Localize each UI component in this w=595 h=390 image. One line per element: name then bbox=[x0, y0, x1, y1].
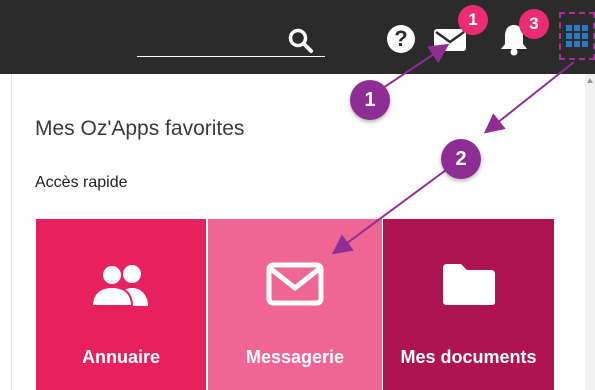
tile-annuaire-label: Annuaire bbox=[81, 347, 160, 367]
users-icon bbox=[90, 264, 148, 307]
help-icon[interactable]: ? bbox=[387, 25, 415, 53]
scroll-up-arrow-icon[interactable] bbox=[587, 78, 593, 83]
notifications-badge: 3 bbox=[519, 9, 549, 39]
mail-badge: 1 bbox=[458, 5, 488, 35]
apps-launcher-button[interactable] bbox=[559, 12, 595, 60]
tile-messagerie[interactable]: Messagerie bbox=[208, 219, 382, 390]
tile-annuaire[interactable]: Annuaire bbox=[36, 219, 206, 390]
apps-grid-icon bbox=[566, 25, 588, 47]
callout-2: 2 bbox=[441, 139, 481, 179]
panel-title: Mes Oz'Apps favorites bbox=[35, 117, 245, 140]
tile-messagerie-label: Messagerie bbox=[245, 347, 345, 367]
tile-divider bbox=[206, 219, 208, 390]
search-input[interactable] bbox=[137, 56, 325, 57]
folder-icon bbox=[443, 264, 495, 305]
quick-access-label: Accès rapide bbox=[35, 174, 128, 191]
top-bar: ? 1 3 bbox=[0, 0, 595, 74]
callout-1: 1 bbox=[350, 80, 390, 120]
envelope-icon bbox=[266, 262, 324, 306]
tile-documents-label: Mes documents bbox=[400, 347, 537, 367]
scrollbar[interactable] bbox=[585, 74, 595, 390]
tile-documents[interactable]: Mes documents bbox=[383, 219, 554, 390]
search-icon[interactable] bbox=[288, 28, 314, 54]
